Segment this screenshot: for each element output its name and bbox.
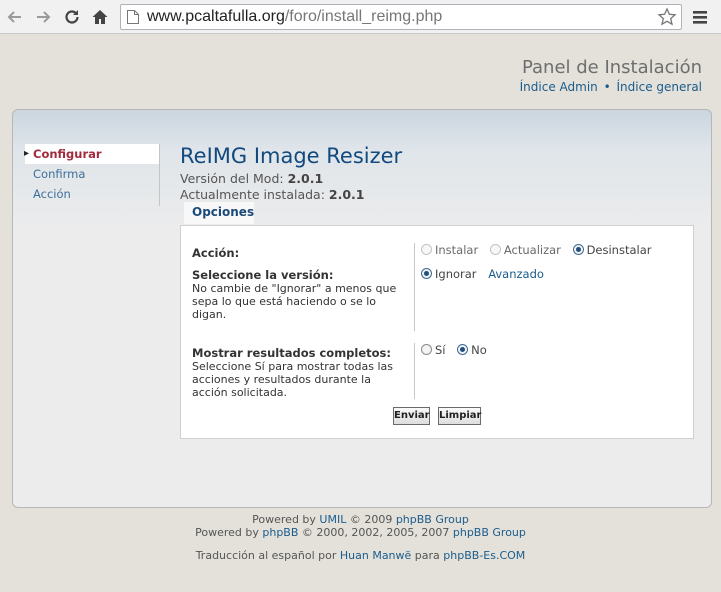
- reset-button[interactable]: Limpiar: [438, 407, 482, 425]
- link-separator: •: [603, 80, 611, 94]
- general-index-link[interactable]: Índice general: [617, 80, 703, 94]
- results-label: Mostrar resultados completos:: [192, 346, 391, 360]
- browser-toolbar: www.pcaltafulla.org/foro/install_reimg.p…: [0, 0, 721, 34]
- action-radio-group: Instalar Actualizar Desinstalar: [421, 243, 660, 257]
- mod-version: Versión del Mod: 2.0.1: [180, 171, 323, 186]
- radio-no-label: No: [471, 343, 487, 357]
- phpbb-es-link[interactable]: phpBB-Es.COM: [443, 549, 525, 562]
- results-row: Mostrar resultados completos: Seleccione…: [181, 339, 693, 399]
- reload-icon: [65, 10, 79, 24]
- url-host: www.pcaltafulla.org: [147, 8, 285, 25]
- radio-ignorar[interactable]: [421, 268, 432, 279]
- radio-instalar[interactable]: [421, 244, 432, 255]
- forward-button[interactable]: [32, 6, 54, 28]
- radio-no[interactable]: [457, 344, 469, 355]
- admin-index-link[interactable]: Índice Admin: [520, 80, 598, 94]
- header-links: Índice Admin • Índice general: [520, 80, 702, 94]
- options-box: Acción: Instalar Actualizar Desinstalar …: [180, 225, 694, 439]
- installed-version-value: 2.0.1: [328, 187, 365, 202]
- address-bar[interactable]: www.pcaltafulla.org/foro/install_reimg.p…: [120, 4, 682, 30]
- footer-umil: Powered by UMIL © 2009 phpBB Group: [0, 513, 721, 526]
- version-help: No cambie de "Ignorar" a menos que sepa …: [192, 282, 397, 321]
- footer-text: para: [411, 549, 444, 562]
- tab-opciones[interactable]: Opciones: [184, 202, 254, 224]
- install-panel: Configurar Confirma Acción ReIMG Image R…: [12, 109, 712, 508]
- home-button[interactable]: [89, 6, 111, 28]
- footer-text: © 2000, 2002, 2005, 2007: [298, 526, 453, 539]
- umil-link[interactable]: UMIL: [319, 513, 346, 526]
- version-row: Seleccione la versión: No cambie de "Ign…: [181, 267, 693, 335]
- footer-text: © 2009: [346, 513, 396, 526]
- radio-si[interactable]: [421, 344, 432, 355]
- sidebar-item-configurar[interactable]: Configurar: [24, 144, 159, 164]
- results-label-block: Mostrar resultados completos: Seleccione…: [192, 346, 407, 400]
- phpbb-group-link[interactable]: phpBB Group: [396, 513, 469, 526]
- advanced-link[interactable]: Avanzado: [488, 267, 544, 281]
- action-label: Acción:: [192, 246, 240, 260]
- mod-version-value: 2.0.1: [287, 171, 324, 186]
- arrow-left-icon: [7, 11, 21, 23]
- home-icon: [92, 10, 108, 24]
- radio-desinstalar[interactable]: [572, 244, 584, 255]
- radio-desinstalar-label: Desinstalar: [586, 243, 652, 257]
- footer-phpbb: Powered by phpBB © 2000, 2002, 2005, 200…: [0, 526, 721, 539]
- divider: [414, 243, 415, 269]
- back-button[interactable]: [4, 6, 26, 28]
- mod-version-label: Versión del Mod:: [180, 171, 284, 186]
- installed-version: Actualmente instalada: 2.0.1: [180, 187, 365, 202]
- results-radio-group: Sí No: [421, 343, 495, 357]
- phpbb-group-link[interactable]: phpBB Group: [453, 526, 526, 539]
- submit-button[interactable]: Enviar: [393, 407, 430, 425]
- phpbb-link[interactable]: phpBB: [262, 526, 298, 539]
- url-text: www.pcaltafulla.org/foro/install_reimg.p…: [147, 8, 442, 26]
- bookmark-star-icon[interactable]: [657, 7, 677, 27]
- url-path: /foro/install_reimg.php: [284, 8, 443, 25]
- footer-translation: Traducción al español por Huan Manwë par…: [0, 549, 721, 562]
- menu-icon[interactable]: [690, 7, 710, 27]
- version-label: Seleccione la versión:: [192, 268, 334, 282]
- footer-text: Powered by: [195, 526, 263, 539]
- action-row: Acción: Instalar Actualizar Desinstalar: [181, 243, 693, 269]
- radio-ignorar-label: Ignorar: [435, 267, 477, 281]
- radio-actualizar[interactable]: [489, 244, 501, 255]
- page-title: Panel de Instalación: [521, 57, 702, 78]
- radio-actualizar-label: Actualizar: [503, 243, 561, 257]
- sidebar-item-accion[interactable]: Acción: [25, 184, 159, 204]
- arrow-right-icon: [37, 11, 51, 23]
- page-icon: [127, 10, 139, 24]
- footer-text: Traducción al español por: [195, 549, 340, 562]
- divider: [414, 343, 415, 399]
- sidebar-item-confirma[interactable]: Confirma: [25, 164, 159, 184]
- action-label-block: Acción:: [192, 247, 407, 260]
- footer-text: Powered by: [252, 513, 320, 526]
- version-label-block: Seleccione la versión: No cambie de "Ign…: [192, 268, 407, 322]
- reload-button[interactable]: [61, 6, 83, 28]
- radio-si-label: Sí: [435, 343, 446, 357]
- installed-version-label: Actualmente instalada:: [180, 187, 325, 202]
- divider: [414, 269, 415, 331]
- sidebar: Configurar Confirma Acción: [24, 144, 160, 206]
- version-radio-group: Ignorar Avanzado: [421, 267, 544, 281]
- translator-link[interactable]: Huan Manwë: [340, 549, 411, 562]
- radio-instalar-label: Instalar: [435, 243, 479, 257]
- mod-title: ReIMG Image Resizer: [180, 144, 403, 168]
- results-help: Seleccione Sí para mostrar todas las acc…: [192, 360, 394, 399]
